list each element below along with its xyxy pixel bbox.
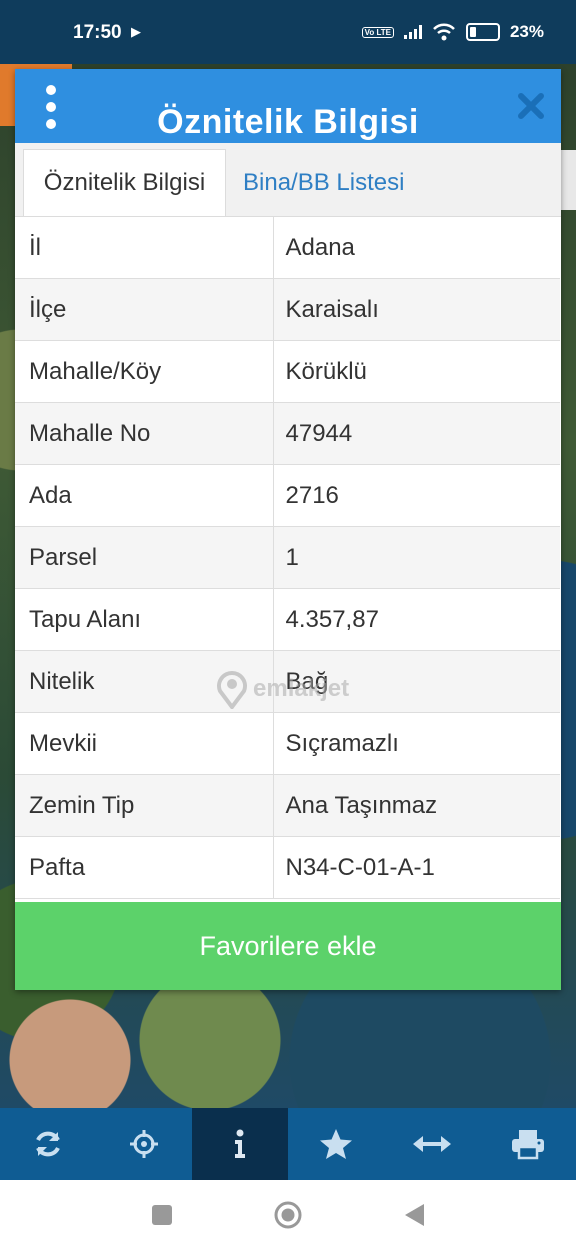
info-icon bbox=[235, 1129, 245, 1158]
attribute-key: Parsel bbox=[15, 526, 273, 589]
toolbar-info[interactable] bbox=[192, 1108, 288, 1180]
attribute-value: Adana bbox=[272, 217, 560, 279]
tab-attribute-info[interactable]: Öznitelik Bilgisi bbox=[23, 149, 226, 216]
attribute-value: 1 bbox=[272, 526, 560, 589]
toolbar-print[interactable] bbox=[480, 1108, 576, 1180]
media-play-icon: ▶ bbox=[131, 24, 141, 39]
attribute-key: Mahalle No bbox=[15, 402, 273, 465]
home-button[interactable] bbox=[273, 1200, 303, 1230]
attribute-row: Ada 2716 bbox=[15, 464, 560, 527]
attribute-key: Zemin Tip bbox=[15, 774, 273, 837]
system-navigation-bar bbox=[0, 1180, 576, 1249]
battery-percent: 23% bbox=[509, 22, 544, 41]
attribute-row: Zemin Tip Ana Taşınmaz bbox=[15, 774, 560, 837]
attribute-row: İlçe Karaisalı bbox=[15, 278, 560, 341]
tab-bar: Öznitelik Bilgisi Bina/BB Listesi bbox=[15, 143, 561, 217]
attribute-value: Karaisalı bbox=[272, 278, 560, 341]
status-indicators: Vo LTE 23% bbox=[361, 22, 544, 42]
recents-button[interactable] bbox=[147, 1200, 177, 1230]
dialog-header: Öznitelik Bilgisi bbox=[15, 69, 561, 143]
toolbar-refresh[interactable] bbox=[0, 1108, 96, 1180]
location-pin-icon bbox=[217, 671, 247, 709]
map-side-control[interactable] bbox=[560, 150, 576, 210]
signal-icon bbox=[403, 25, 422, 39]
attribute-row: Pafta N34-C-01-A-1 bbox=[15, 836, 560, 899]
volte-icon: Vo LTE bbox=[361, 26, 394, 38]
recents-icon bbox=[152, 1204, 172, 1225]
back-button[interactable] bbox=[399, 1200, 429, 1230]
attribute-row: Mahalle No 47944 bbox=[15, 402, 560, 465]
attribute-value: 47944 bbox=[272, 402, 560, 465]
attribute-key: İl bbox=[15, 217, 273, 279]
battery-icon bbox=[465, 23, 500, 41]
attribute-key: İlçe bbox=[15, 278, 273, 341]
wifi-icon bbox=[433, 23, 455, 41]
toolbar-favorites[interactable] bbox=[288, 1108, 384, 1180]
attribute-row: Mevkii Sıçramazlı bbox=[15, 712, 560, 775]
attribute-key: Pafta bbox=[15, 836, 273, 899]
attribute-value: Sıçramazlı bbox=[272, 712, 560, 775]
status-bar: 17:50 ▶ Vo LTE 23% bbox=[0, 0, 576, 64]
close-icon[interactable] bbox=[516, 91, 546, 121]
attribute-row: İl Adana bbox=[15, 217, 560, 279]
star-icon bbox=[320, 1129, 352, 1159]
back-icon bbox=[405, 1203, 424, 1226]
map-toolbar bbox=[0, 1108, 576, 1180]
dialog-title: Öznitelik Bilgisi bbox=[157, 103, 419, 141]
attribute-value: N34-C-01-A-1 bbox=[272, 836, 560, 899]
attribute-value: Ana Taşınmaz bbox=[272, 774, 560, 837]
attribute-key: Ada bbox=[15, 464, 273, 527]
print-icon bbox=[512, 1130, 544, 1160]
tab-building-list[interactable]: Bina/BB Listesi bbox=[243, 149, 404, 216]
locate-icon bbox=[130, 1130, 158, 1158]
watermark: emlakjet bbox=[215, 669, 349, 709]
refresh-icon bbox=[36, 1131, 60, 1157]
attribute-key: Mevkii bbox=[15, 712, 273, 775]
status-time: 17:50 bbox=[73, 22, 122, 43]
attribute-value: Körüklü bbox=[272, 340, 560, 403]
attribute-table: İl Adana İlçe Karaisalı Mahalle/Köy Körüklü Ma… bbox=[15, 217, 560, 899]
watermark-text: emlakjet bbox=[253, 675, 350, 702]
attribute-key: Mahalle/Köy bbox=[15, 340, 273, 403]
attribute-row: Mahalle/Köy Körüklü bbox=[15, 340, 560, 403]
attribute-value: 2716 bbox=[272, 464, 560, 527]
measure-arrows-icon bbox=[413, 1136, 451, 1152]
home-icon bbox=[274, 1201, 302, 1228]
attribute-info-dialog: Öznitelik Bilgisi Öznitelik Bilgisi Bina… bbox=[15, 69, 561, 990]
add-to-favorites-button[interactable]: Favorilere ekle bbox=[15, 902, 561, 990]
toolbar-measure[interactable] bbox=[384, 1108, 480, 1180]
toolbar-locate[interactable] bbox=[96, 1108, 192, 1180]
attribute-value: 4.357,87 bbox=[272, 588, 560, 651]
attribute-row: Tapu Alanı 4.357,87 bbox=[15, 588, 560, 651]
attribute-row: Parsel 1 bbox=[15, 526, 560, 589]
attribute-key: Tapu Alanı bbox=[15, 588, 273, 651]
